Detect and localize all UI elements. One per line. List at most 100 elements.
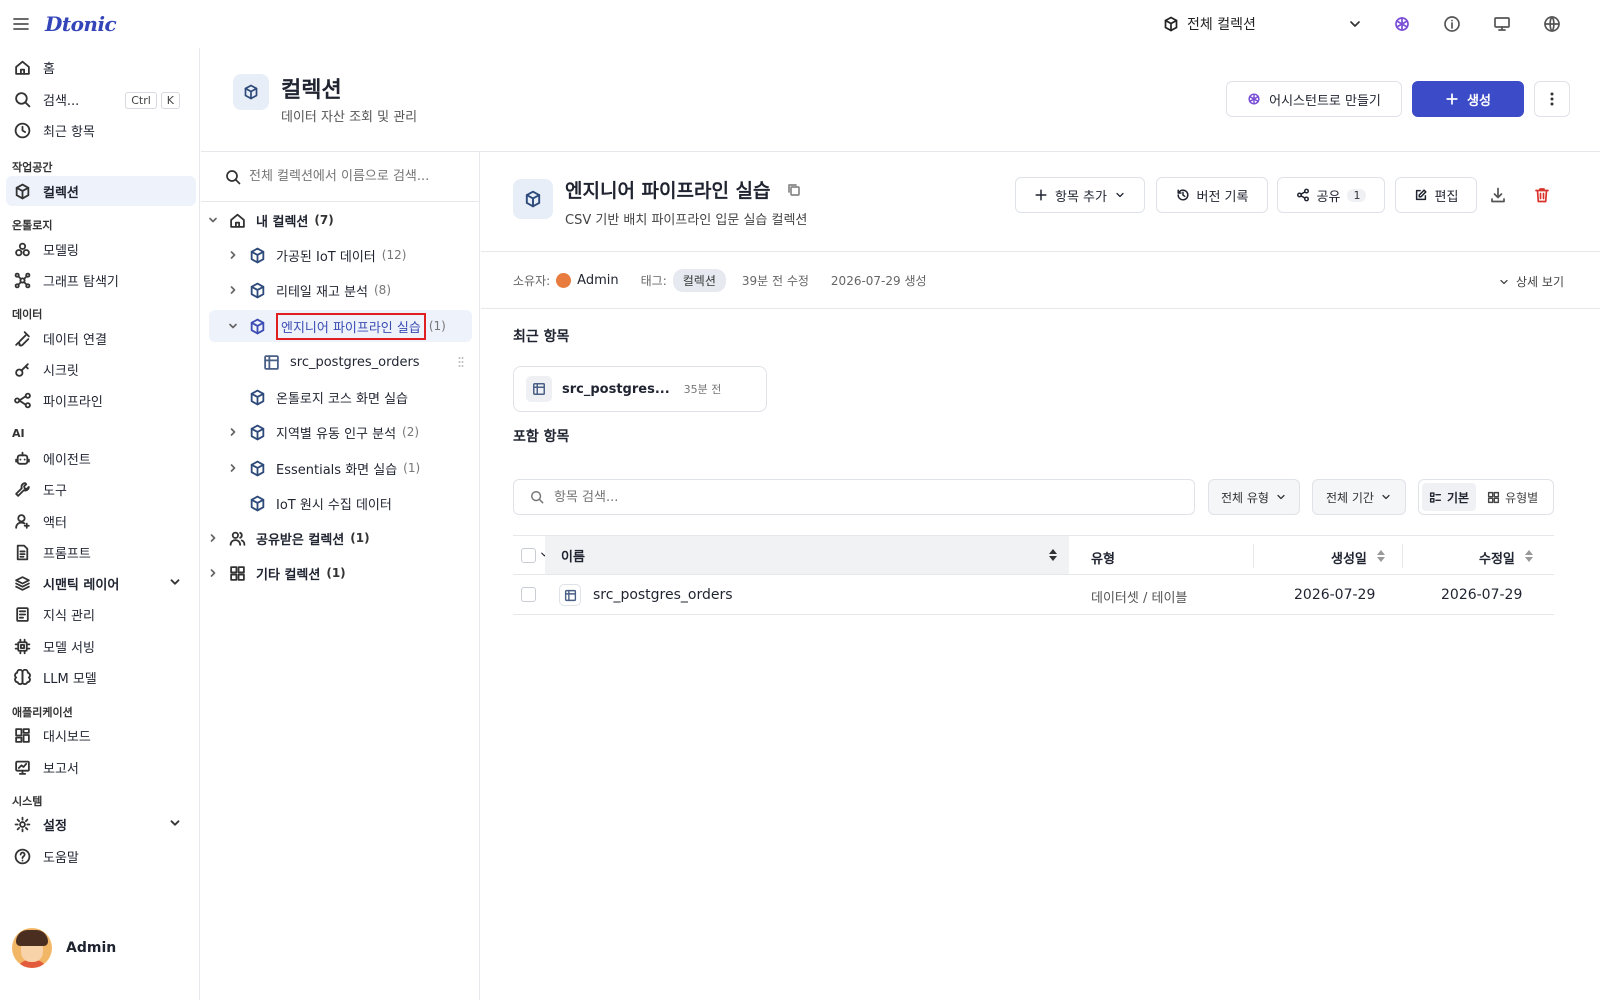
document-icon <box>14 544 31 561</box>
download-icon[interactable] <box>1489 186 1507 204</box>
add-item-button[interactable]: 항목 추가 <box>1015 177 1145 213</box>
created-date: 2026-07-29 생성 <box>830 274 927 288</box>
app-logo[interactable]: Dtonic <box>45 12 117 36</box>
tree-node-collection[interactable]: 리테일 재고 분석 (8) <box>227 274 472 306</box>
sidebar-item-label: 그래프 탐색기 <box>43 274 119 290</box>
table-row[interactable]: src_postgres_orders 데이터셋 / 테이블 2026-07-2… <box>513 575 1554 615</box>
version-history-button[interactable]: 버전 기록 <box>1156 177 1268 213</box>
create-button[interactable]: 생성 <box>1412 81 1524 117</box>
sidebar-item-dashboard[interactable]: 대시보드 <box>6 720 196 750</box>
recent-item-card[interactable]: src_postgres... 35분 전 <box>513 366 767 412</box>
drag-handle-icon[interactable] <box>458 356 464 368</box>
user-profile[interactable]: Admin <box>12 928 116 968</box>
copy-icon[interactable] <box>787 183 801 197</box>
sidebar-item-llm-models[interactable]: LLM 모델 <box>6 662 196 692</box>
item-search-input[interactable] <box>554 489 1154 505</box>
sidebar-item-reports[interactable]: 보고서 <box>6 752 196 782</box>
tree-node-collection[interactable]: 지역별 유동 인구 분석 (2) <box>227 416 472 448</box>
tree-node-other-collections[interactable]: 기타 컬렉션 (1) <box>207 557 472 589</box>
sidebar-item-search[interactable]: 검색... Ctrl K <box>6 84 196 114</box>
filter-label: 전체 유형 <box>1221 490 1269 505</box>
select-all-checkbox[interactable] <box>521 548 536 563</box>
tree-node-collection[interactable]: 가공된 IoT 데이터 (12) <box>227 239 472 271</box>
sidebar-item-actor[interactable]: 액터 <box>6 506 196 536</box>
column-header-modified[interactable]: 수정일 <box>1479 548 1515 567</box>
view-by-type-button[interactable]: 유형별 <box>1480 483 1545 511</box>
sidebar-item-model-serving[interactable]: 모델 서빙 <box>6 631 196 661</box>
collection-search-input[interactable] <box>249 169 469 184</box>
tree-node-collection-selected[interactable]: 엔지니어 파이프라인 실습 (1) <box>209 310 472 342</box>
tree-node-collection[interactable]: Essentials 화면 실습 (1) <box>227 452 472 484</box>
details-toggle[interactable]: 상세 보기 <box>1498 273 1564 290</box>
sidebar-item-prompt[interactable]: 프롬프트 <box>6 537 196 567</box>
share-button[interactable]: 공유 1 <box>1277 177 1385 213</box>
section-label-applications: 애플리케이션 <box>12 706 73 719</box>
sidebar-item-label: 지식 관리 <box>43 608 95 624</box>
sidebar-item-label: LLM 모델 <box>43 671 97 687</box>
search-icon <box>530 490 544 504</box>
top-bar: Dtonic 전체 컬렉션 <box>0 0 1600 48</box>
modeling-icon <box>14 241 31 258</box>
sidebar-item-recent[interactable]: 최근 항목 <box>6 115 196 145</box>
sidebar-item-help[interactable]: 도움말 <box>6 841 196 871</box>
sidebar-item-home[interactable]: 홈 <box>6 52 196 82</box>
column-header-type[interactable]: 유형 <box>1091 548 1115 567</box>
cube-icon <box>249 247 266 264</box>
sidebar-item-pipeline[interactable]: 파이프라인 <box>6 385 196 415</box>
chevron-right-icon[interactable] <box>207 532 219 544</box>
sort-icon[interactable] <box>1525 550 1533 562</box>
chevron-down-icon[interactable] <box>207 214 219 226</box>
sidebar-item-data-connection[interactable]: 데이터 연결 <box>6 323 196 353</box>
sidebar-item-semantic-layer[interactable]: 시맨틱 레이어 <box>6 568 196 598</box>
tree-node-collection[interactable]: 온톨로지 코스 화면 실습 <box>249 381 472 413</box>
info-icon[interactable] <box>1443 15 1461 33</box>
row-checkbox[interactable] <box>521 587 536 602</box>
edit-icon <box>1414 188 1428 202</box>
sort-icon[interactable] <box>1377 550 1385 562</box>
search-icon <box>225 169 241 185</box>
chevron-right-icon[interactable] <box>227 426 239 438</box>
assistant-icon[interactable] <box>1393 15 1411 33</box>
chevron-right-icon[interactable] <box>227 462 239 474</box>
tree-node-label: 지역별 유동 인구 분석 <box>276 426 397 442</box>
column-header-created[interactable]: 생성일 <box>1331 548 1367 567</box>
more-options-button[interactable] <box>1534 81 1570 117</box>
sidebar-item-agent[interactable]: 에이전트 <box>6 443 196 473</box>
tree-node-my-collections[interactable]: 내 컬렉션 (7) <box>207 204 472 236</box>
sidebar-item-modeling[interactable]: 모델링 <box>6 234 196 264</box>
sidebar-item-knowledge[interactable]: 지식 관리 <box>6 599 196 629</box>
period-filter-dropdown[interactable]: 전체 기간 <box>1312 479 1406 515</box>
sidebar-item-graph-explorer[interactable]: 그래프 탐색기 <box>6 265 196 295</box>
edit-button[interactable]: 편집 <box>1395 177 1477 213</box>
tree-node-dataset[interactable]: src_postgres_orders <box>263 346 472 378</box>
chevron-right-icon[interactable] <box>207 567 219 579</box>
tree-node-collection[interactable]: IoT 원시 수집 데이터 <box>249 487 472 519</box>
chevron-down-icon <box>1347 16 1363 32</box>
sidebar-item-settings[interactable]: 설정 <box>6 809 196 839</box>
collection-scope-select[interactable]: 전체 컬렉션 <box>1163 12 1363 36</box>
view-basic-button[interactable]: 기본 <box>1422 483 1477 511</box>
trash-icon[interactable] <box>1533 186 1551 204</box>
page-title: 컬렉션 <box>281 78 342 103</box>
cell-name[interactable]: src_postgres_orders <box>593 587 733 603</box>
list-view-icon <box>1429 491 1442 504</box>
sidebar-item-tools[interactable]: 도구 <box>6 474 196 504</box>
cube-icon <box>249 282 266 299</box>
chevron-right-icon[interactable] <box>227 249 239 261</box>
monitor-icon[interactable] <box>1493 15 1511 33</box>
globe-icon[interactable] <box>1543 15 1561 33</box>
collection-tree-panel: 내 컬렉션 (7) 가공된 IoT 데이터 (12) 리테일 재고 분석 (8)… <box>201 152 480 1000</box>
menu-icon[interactable] <box>12 16 30 32</box>
sidebar-item-secrets[interactable]: 시크릿 <box>6 354 196 384</box>
column-header-name[interactable]: 이름 <box>545 536 1069 574</box>
detail-header: 엔지니어 파이프라인 실습 CSV 기반 배치 파이프라인 입문 실습 컬렉션 … <box>481 152 1600 252</box>
type-filter-dropdown[interactable]: 전체 유형 <box>1208 479 1300 515</box>
create-assistant-button[interactable]: 어시스턴트로 만들기 <box>1226 81 1402 117</box>
assistant-icon <box>1247 92 1261 106</box>
sidebar-item-collections[interactable]: 컬렉션 <box>6 176 196 206</box>
chevron-down-icon[interactable] <box>227 320 239 332</box>
kbd-k: K <box>160 92 180 109</box>
tree-node-shared-collections[interactable]: 공유받은 컬렉션 (1) <box>207 522 472 554</box>
tag-badge[interactable]: 컬렉션 <box>672 269 726 292</box>
chevron-right-icon[interactable] <box>227 284 239 296</box>
